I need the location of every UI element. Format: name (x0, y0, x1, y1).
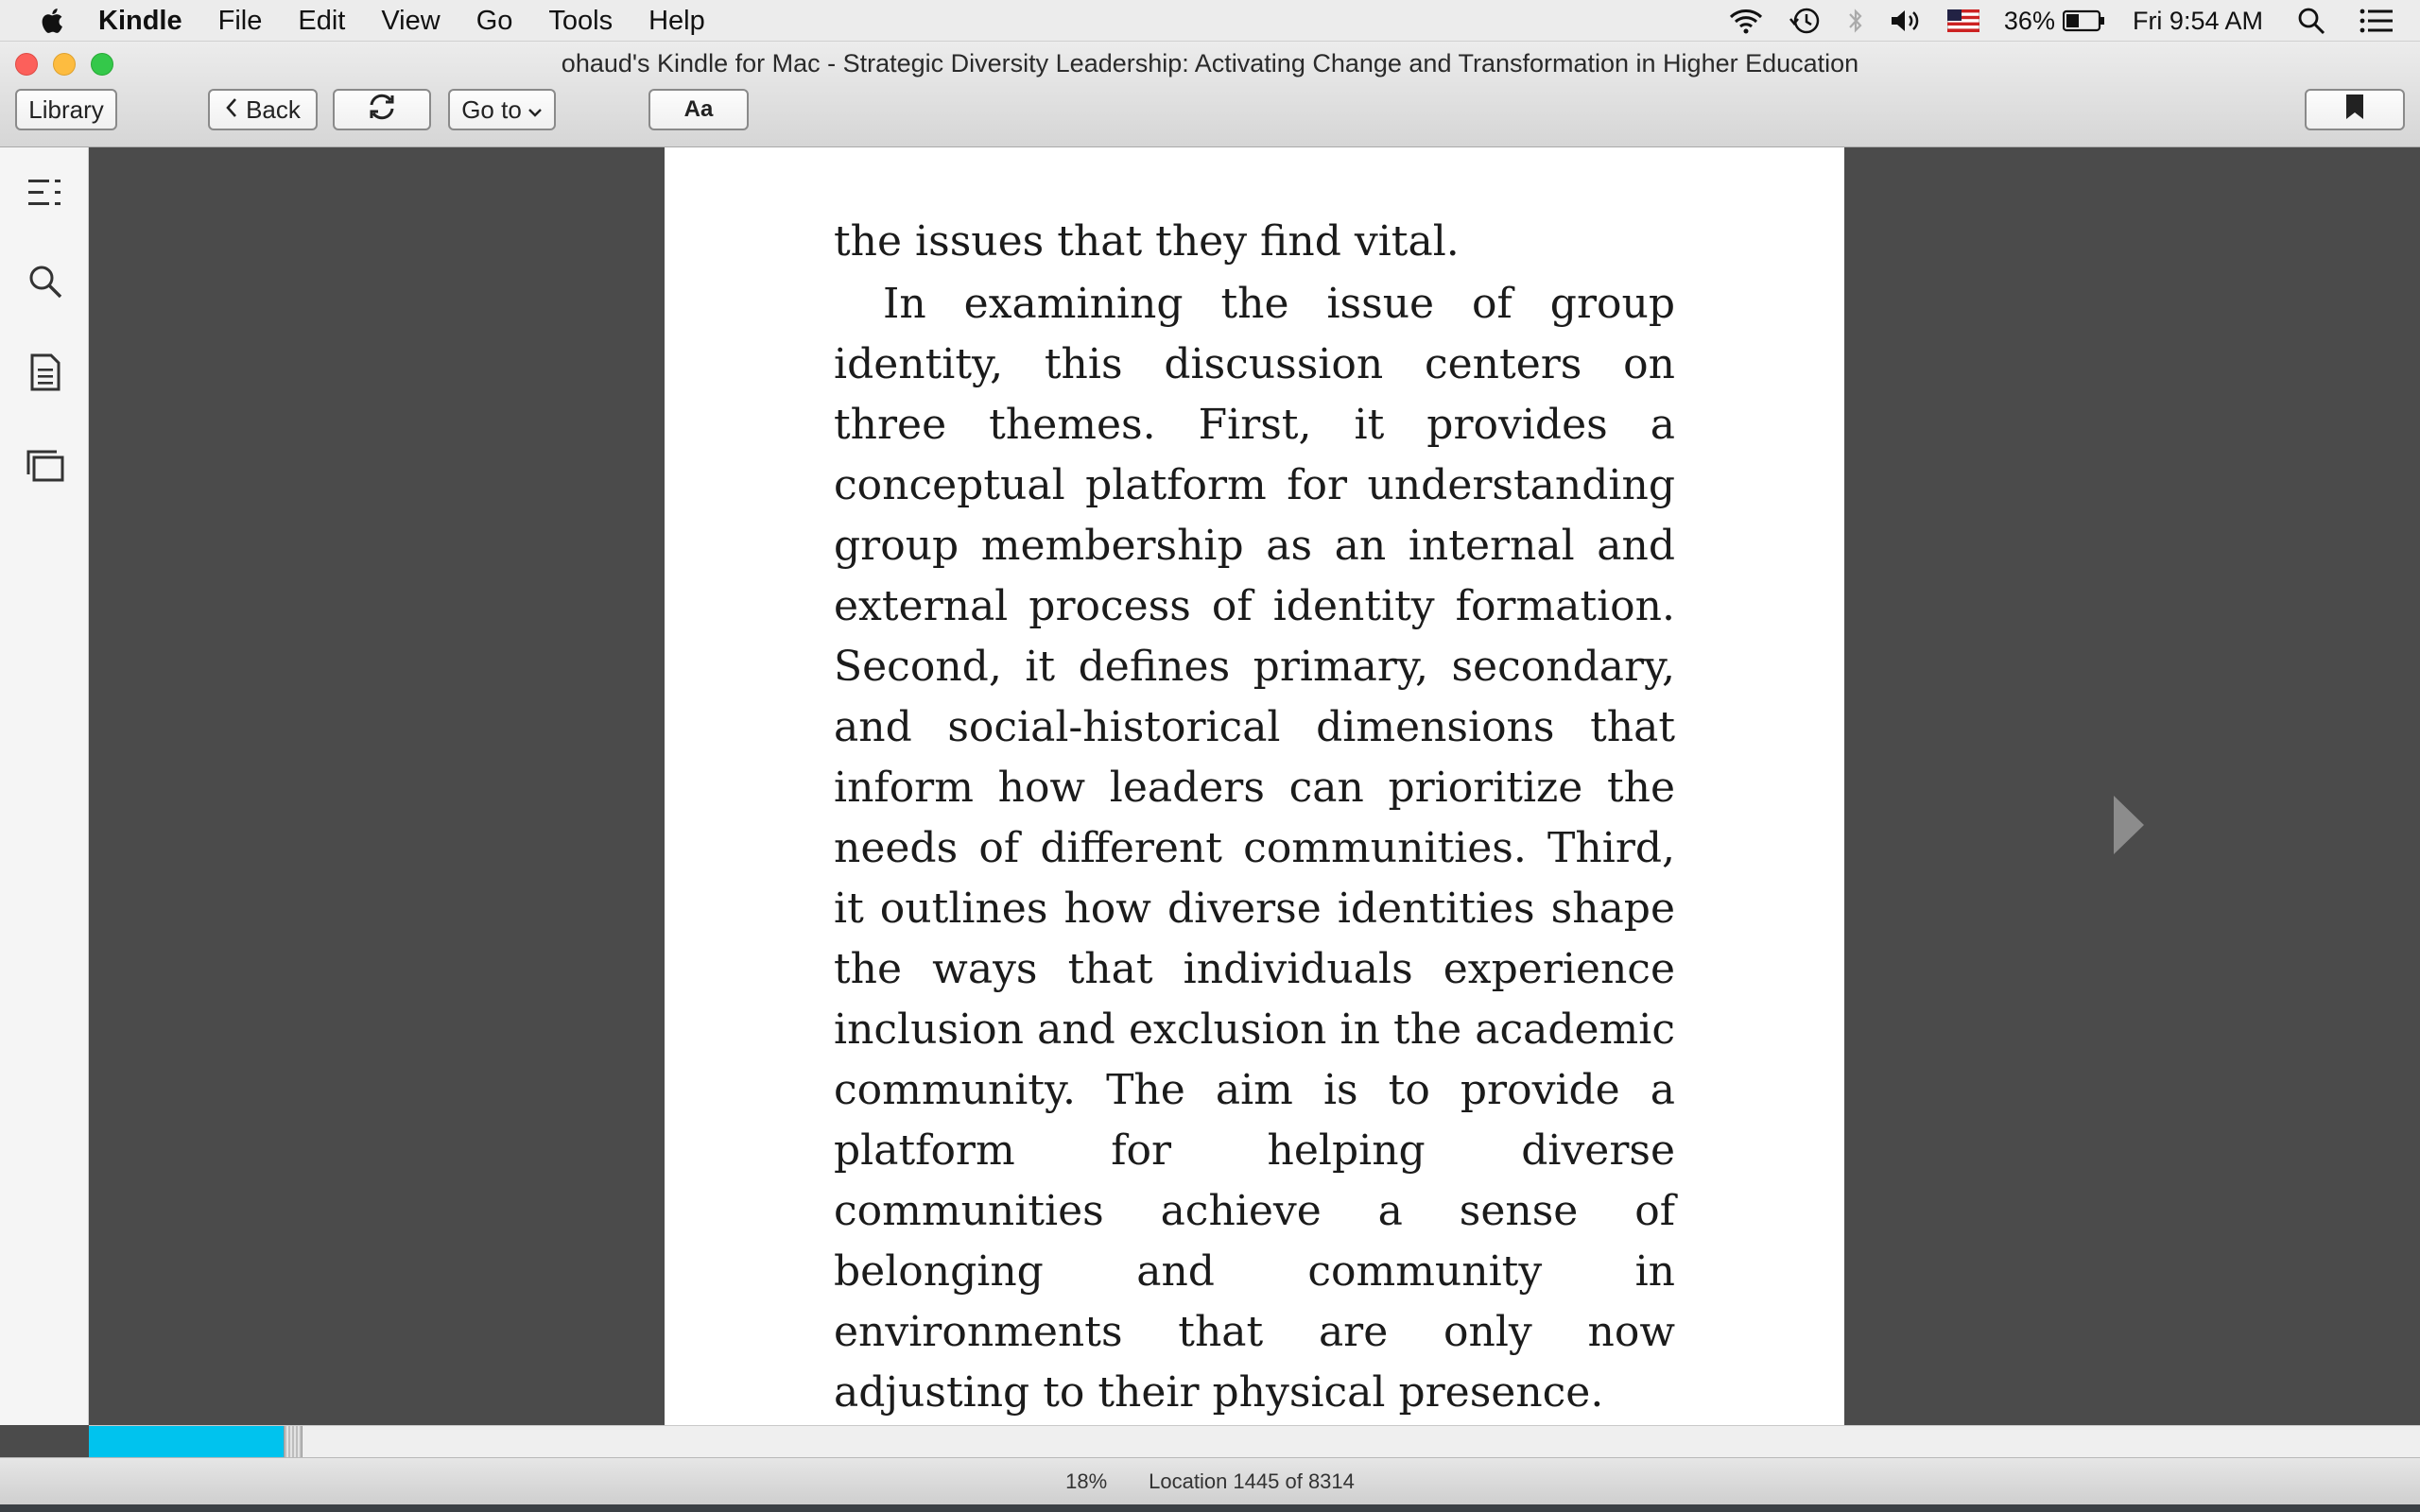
bookmark-button[interactable] (2305, 89, 2405, 130)
library-label: Library (28, 94, 104, 124)
menu-file[interactable]: File (218, 0, 263, 42)
time-machine-icon[interactable] (1789, 6, 1823, 36)
table-of-contents-icon[interactable] (25, 172, 66, 214)
window-title: ohaud's Kindle for Mac - Strategic Diver… (561, 49, 1859, 77)
bookmark-icon (2344, 94, 2365, 127)
status-bar: 18% Location 1445 of 8314 (0, 1457, 2420, 1504)
wifi-icon[interactable] (1728, 8, 1764, 34)
book-page[interactable]: the issues that they find vital. In exam… (665, 147, 1844, 1425)
menu-edit[interactable]: Edit (298, 0, 345, 42)
menu-clock[interactable]: Fri 9:54 AM (2133, 7, 2263, 36)
sync-button[interactable] (333, 89, 431, 130)
library-button[interactable]: Library (15, 89, 117, 130)
menu-tools[interactable]: Tools (548, 0, 613, 42)
location-indicator: Location 1445 of 8314 (1149, 1469, 1355, 1493)
us-flag-icon[interactable] (1946, 9, 1979, 32)
reading-progress-handle[interactable] (284, 1426, 302, 1458)
bluetooth-icon[interactable] (1847, 7, 1864, 35)
book-text: the issues that they find vital. In exam… (834, 212, 1675, 1423)
next-page-arrow-icon[interactable] (2110, 792, 2148, 858)
battery-icon[interactable] (2062, 9, 2106, 32)
left-sidebar (0, 147, 89, 1425)
menu-go[interactable]: Go (476, 0, 513, 42)
search-icon[interactable] (25, 261, 66, 302)
window-titlebar: ohaud's Kindle for Mac - Strategic Diver… (0, 42, 2420, 147)
goto-label: Go to (461, 94, 522, 124)
back-button[interactable]: Back (208, 89, 318, 130)
desktop-strip (0, 1504, 2420, 1512)
flashcards-icon[interactable] (25, 444, 66, 486)
spotlight-icon[interactable] (2297, 7, 2325, 35)
font-settings-button[interactable]: Aa (648, 89, 749, 130)
carryover-line: the issues that they find vital. (834, 217, 1460, 266)
chevron-down-icon (527, 95, 543, 125)
menu-help[interactable]: Help (648, 0, 705, 42)
status-menus: 36% Fri 9:54 AM (1703, 0, 2420, 42)
notes-icon[interactable] (25, 352, 66, 393)
sync-icon (367, 93, 397, 128)
menu-app-name[interactable]: Kindle (98, 0, 182, 42)
volume-icon[interactable] (1889, 8, 1923, 34)
reading-progress-bar[interactable] (89, 1425, 2420, 1458)
book-paragraph: In examining the issue of group identity… (834, 280, 1675, 1417)
back-label: Back (246, 94, 301, 124)
battery-percent: 36% (2003, 6, 2055, 35)
notification-center-icon[interactable] (2360, 8, 2394, 34)
goto-button[interactable]: Go to (448, 89, 556, 130)
apple-icon[interactable] (38, 5, 66, 37)
font-settings-label: Aa (683, 96, 714, 122)
chevron-left-icon (225, 95, 238, 125)
menu-bar: Kindle File Edit View Go Tools Help 36% … (0, 0, 2420, 42)
menu-view[interactable]: View (381, 0, 440, 42)
progress-percent: 18% (1065, 1469, 1108, 1493)
reading-progress-fill (89, 1426, 284, 1458)
